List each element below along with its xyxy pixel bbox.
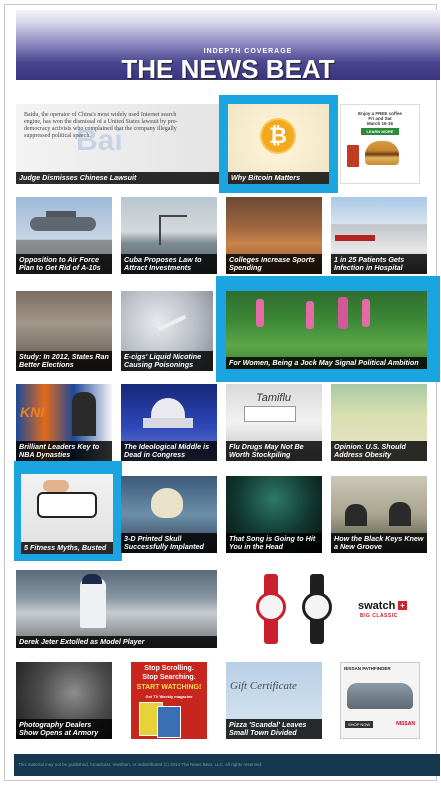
- person-figure: [345, 504, 367, 526]
- story-tile-hospital[interactable]: 1 in 25 Patients Gets Infection in Hospi…: [331, 197, 427, 274]
- suv-image: [347, 683, 413, 709]
- story-caption: Brilliant Leaders Key to NBA Dynasties: [16, 440, 112, 461]
- tamiflu-label: Tamiflu: [256, 392, 292, 404]
- ad-tv-line3: START WATCHING!: [136, 684, 202, 691]
- foot-image: [43, 480, 69, 492]
- story-tile-congress[interactable]: The Ideological Middle is Dead in Congre…: [121, 384, 217, 461]
- player-figure: [80, 578, 106, 628]
- scale-image: [37, 492, 97, 518]
- nissan-shop-button[interactable]: SHOP NOW: [345, 721, 374, 728]
- capitol-dome-image: [151, 398, 185, 418]
- swatch-brand: swatch: [358, 600, 396, 612]
- player-figure: [306, 301, 314, 329]
- magazine-image: [157, 706, 181, 738]
- story-tile-obesity[interactable]: Opinion: U.S. Should Address Obesity: [331, 384, 427, 461]
- masthead[interactable]: INDEPTH COVERAGE THE NEWS BEAT: [16, 10, 440, 84]
- nissan-brand: NISSAN: [396, 721, 415, 727]
- burger-image: [365, 141, 399, 165]
- story-tile-flu[interactable]: Tamiflu Flu Drugs May Not Be Worth Stock…: [226, 384, 322, 461]
- story-tile-elections[interactable]: Study: In 2012, States Ran Better Electi…: [16, 291, 112, 371]
- gift-certificate-text: Gift Certificate: [230, 680, 297, 692]
- ad-swatch[interactable]: swatch + BIG CLASSIC: [226, 570, 427, 648]
- swatch-sub: BIG CLASSIC: [360, 613, 398, 619]
- ad-tv-line2: Stop Searching.: [142, 674, 196, 681]
- story-tile-women-jock[interactable]: For Women, Being a Jock May Signal Polit…: [226, 291, 427, 369]
- story-caption: Pizza 'Scandal' Leaves Small Town Divide…: [226, 718, 322, 739]
- ecig-image: [157, 314, 187, 332]
- story-caption: How the Black Keys Knew a New Groove: [331, 532, 427, 553]
- story-tile-jeter[interactable]: Derek Jeter Extolled as Model Player: [16, 570, 217, 648]
- pill-box: [244, 406, 296, 422]
- bitcoin-icon: ₿: [262, 120, 294, 152]
- emergency-sign: [335, 235, 375, 241]
- black-watch-image: [302, 574, 332, 644]
- story-tile-cuba[interactable]: Cuba Proposes Law to Attract Investments: [121, 197, 217, 274]
- masthead-title: THE NEWS BEAT: [121, 54, 335, 84]
- crane-arm: [159, 215, 187, 217]
- player-figure: [256, 299, 264, 327]
- story-caption: Opinion: U.S. Should Address Obesity: [331, 440, 427, 461]
- knicks-logo: KNI: [20, 404, 45, 420]
- ad-burger-line3: March 15-16: [366, 121, 393, 126]
- story-caption: 1 in 25 Patients Gets Infection in Hospi…: [331, 253, 427, 274]
- story-caption: Derek Jeter Extolled as Model Player: [16, 635, 217, 648]
- story-tile-chinese-lawsuit[interactable]: Bai Baidu, the operator of China's most …: [16, 104, 219, 184]
- story-caption: Opposition to Air Force Plan to Get Rid …: [16, 253, 112, 274]
- coffee-cup-image: [347, 145, 359, 167]
- story-tile-song[interactable]: That Song is Going to Hit You in the Hea…: [226, 476, 322, 553]
- story-tile-a10[interactable]: Opposition to Air Force Plan to Get Rid …: [16, 197, 112, 274]
- footer-copyright: This material may not be published, broa…: [18, 762, 263, 767]
- ad-nissan[interactable]: NISSAN PATHFINDER SHOP NOW NISSAN: [340, 662, 420, 739]
- story-tile-pizza[interactable]: Gift Certificate Pizza 'Scandal' Leaves …: [226, 662, 322, 739]
- nissan-ad-title: NISSAN PATHFINDER: [344, 666, 391, 671]
- player-figure: [362, 299, 370, 327]
- story-caption: That Song is Going to Hit You in the Hea…: [226, 532, 322, 553]
- ad-tv-line1: Stop Scrolling.: [144, 665, 194, 672]
- ad-burger-button[interactable]: LEARN MORE: [361, 128, 399, 135]
- story-caption: Colleges Increase Sports Spending: [226, 253, 322, 274]
- person-figure: [389, 502, 411, 526]
- ad-burger[interactable]: Enjoy a FREE coffee Fri and Sat March 15…: [340, 104, 420, 184]
- ad-tv-line4: Get TV Weekly magazine: [145, 694, 193, 699]
- story-caption: 5 Fitness Myths, Busted: [21, 541, 113, 554]
- story-tile-photography[interactable]: Photography Dealers Show Opens at Armory: [16, 662, 112, 739]
- story-tile-nba[interactable]: KNI Brilliant Leaders Key to NBA Dynasti…: [16, 384, 112, 461]
- story-tile-bitcoin[interactable]: ₿ Why Bitcoin Matters: [228, 104, 329, 184]
- story-tile-colleges[interactable]: Colleges Increase Sports Spending: [226, 197, 322, 274]
- story-tile-black-keys[interactable]: How the Black Keys Knew a New Groove: [331, 476, 427, 553]
- story-tile-ecigs[interactable]: E-cigs' Liquid Nicotine Causing Poisonin…: [121, 291, 213, 371]
- story-caption: 3-D Printed Skull Successfully Implanted: [121, 532, 217, 553]
- jet-image: [30, 217, 96, 231]
- helmet-image: [82, 574, 102, 584]
- story-caption: For Women, Being a Jock May Signal Polit…: [226, 356, 427, 369]
- story-caption: Photography Dealers Show Opens at Armory: [16, 718, 112, 739]
- story-caption: Why Bitcoin Matters: [228, 171, 329, 184]
- story-tile-fitness[interactable]: 5 Fitness Myths, Busted: [21, 474, 113, 554]
- footer: This material may not be published, broa…: [14, 754, 440, 776]
- story-caption: Study: In 2012, States Ran Better Electi…: [16, 350, 112, 371]
- red-watch-image: [256, 574, 286, 644]
- story-caption: Flu Drugs May Not Be Worth Stockpiling: [226, 440, 322, 461]
- crane-image: [159, 215, 161, 245]
- lead-story-excerpt: Baidu, the operator of China's most wide…: [24, 112, 178, 139]
- capitol-base: [143, 418, 193, 428]
- swatch-plus-icon: +: [398, 601, 407, 610]
- story-caption: Judge Dismisses Chinese Lawsuit: [16, 171, 219, 184]
- jet-wing: [46, 211, 76, 217]
- player-figure: [338, 297, 348, 329]
- story-tile-skull[interactable]: 3-D Printed Skull Successfully Implanted: [121, 476, 217, 553]
- skull-image: [151, 488, 183, 518]
- story-caption: E-cigs' Liquid Nicotine Causing Poisonin…: [121, 350, 213, 371]
- person-figure: [72, 392, 96, 436]
- ad-tv-weekly[interactable]: Stop Scrolling. Stop Searching. START WA…: [131, 662, 207, 739]
- story-caption: Cuba Proposes Law to Attract Investments: [121, 253, 217, 274]
- story-caption: The Ideological Middle is Dead in Congre…: [121, 440, 217, 461]
